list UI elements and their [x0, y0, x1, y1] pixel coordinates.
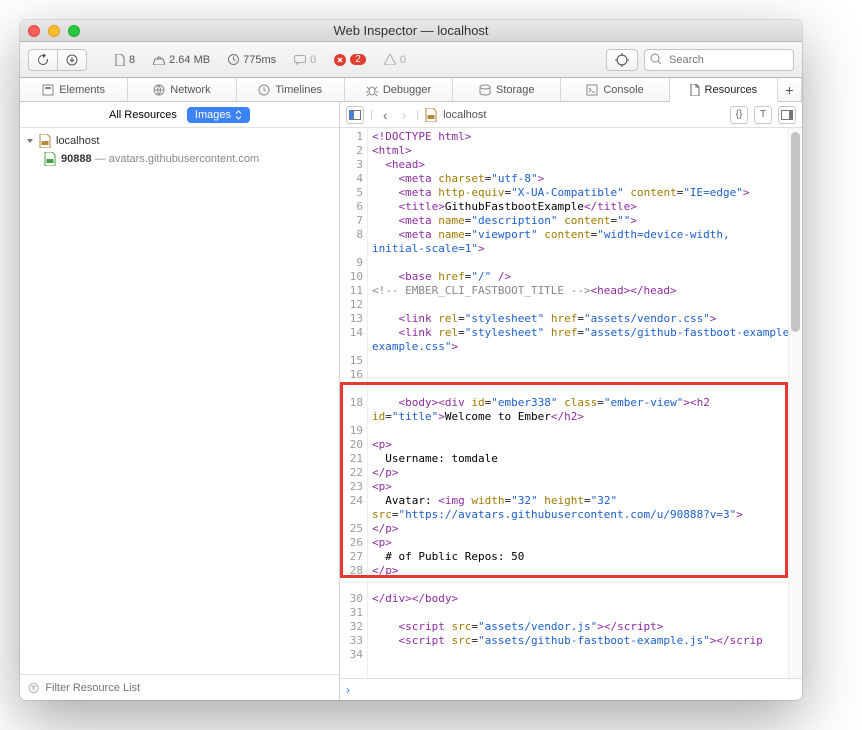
error-count[interactable]: 2	[328, 49, 372, 71]
tab-console[interactable]: Console	[561, 78, 669, 101]
search-field[interactable]	[644, 49, 794, 71]
tab-timelines[interactable]: Timelines	[237, 78, 345, 101]
html-file-icon	[425, 108, 437, 122]
inspector-window: Web Inspector — localhost 8 2.64 MB 775m…	[20, 20, 802, 700]
clock-icon	[258, 84, 270, 96]
reload-icon	[37, 54, 49, 66]
clock-icon	[228, 54, 239, 65]
pretty-print-button[interactable]: {}	[730, 106, 748, 124]
tab-debugger[interactable]: Debugger	[345, 78, 453, 101]
document-icon	[690, 84, 700, 96]
image-file-icon	[44, 152, 56, 166]
resource-tree[interactable]: localhost 90888 — avatars.githubusercont…	[20, 128, 339, 674]
content: | ‹ › | localhost {} T 12345678910111213…	[340, 102, 802, 700]
updown-icon	[235, 110, 242, 120]
warning-icon	[384, 54, 396, 65]
search-input[interactable]	[644, 49, 794, 71]
code-lines[interactable]: <!DOCTYPE html><html> <head> <meta chars…	[368, 128, 802, 678]
chevron-down-icon	[26, 137, 34, 145]
tab-elements[interactable]: Elements	[20, 78, 128, 101]
window-title: Web Inspector — localhost	[20, 23, 802, 38]
document-icon	[115, 54, 125, 66]
message-icon	[294, 55, 306, 65]
scrollbar[interactable]	[788, 128, 802, 678]
log-count: 0	[288, 49, 322, 71]
doc-count: 8	[109, 49, 141, 71]
chevron-right-icon: ›	[346, 683, 350, 697]
elements-icon	[42, 84, 54, 96]
bug-icon	[366, 84, 378, 96]
tabbar: Elements Network Timelines Debugger Stor…	[20, 78, 802, 102]
load-time: 775ms	[222, 49, 282, 71]
tab-network[interactable]: Network	[128, 78, 236, 101]
filter-input[interactable]	[45, 682, 331, 694]
console-prompt[interactable]: ›	[340, 678, 802, 700]
tab-resources[interactable]: Resources	[670, 78, 778, 102]
filter-bar	[20, 674, 339, 700]
content-head: | ‹ › | localhost {} T	[340, 102, 802, 128]
scroll-thumb[interactable]	[791, 132, 800, 332]
type-icon: T	[760, 109, 766, 120]
panel-right-icon	[781, 110, 793, 120]
reload-button[interactable]	[28, 49, 58, 71]
tree-root-label: localhost	[56, 135, 99, 147]
warn-count: 0	[378, 49, 412, 71]
console-icon	[586, 84, 598, 96]
type-info-button[interactable]: T	[754, 106, 772, 124]
crosshair-icon	[615, 53, 629, 67]
nav-back-button[interactable]: ‹	[379, 107, 392, 123]
download-button[interactable]	[57, 49, 87, 71]
network-icon	[153, 84, 165, 96]
search-icon	[650, 53, 662, 65]
titlebar: Web Inspector — localhost	[20, 20, 802, 42]
line-gutter: 1234567891011121314151618192021222324252…	[340, 128, 368, 678]
toggle-details-button[interactable]	[778, 106, 796, 124]
tree-item[interactable]: 90888 — avatars.githubusercontent.com	[44, 150, 333, 168]
tab-add[interactable]: +	[778, 78, 802, 101]
breadcrumb[interactable]: localhost	[443, 109, 486, 121]
weight-icon	[153, 55, 165, 65]
main: All Resources Images localhost 90888 — a…	[20, 102, 802, 700]
sidebar-icon	[349, 110, 361, 120]
storage-icon	[479, 84, 491, 96]
source-view[interactable]: 1234567891011121314151618192021222324252…	[340, 128, 802, 678]
sidebar: All Resources Images localhost 90888 — a…	[20, 102, 340, 700]
element-picker-button[interactable]	[606, 49, 638, 71]
html-file-icon	[39, 134, 51, 148]
toggle-sidebar-button[interactable]	[346, 106, 364, 124]
braces-icon: {}	[736, 109, 743, 120]
filter-icon	[28, 682, 39, 694]
download-icon	[66, 54, 78, 66]
toolbar: 8 2.64 MB 775ms 0 2 0	[20, 42, 802, 78]
error-icon	[334, 54, 346, 66]
tab-storage[interactable]: Storage	[453, 78, 561, 101]
tree-root[interactable]: localhost	[26, 132, 333, 150]
transfer-size: 2.64 MB	[147, 49, 216, 71]
sidebar-head-label: All Resources	[109, 109, 177, 121]
sidebar-head: All Resources Images	[20, 102, 339, 128]
nav-forward-button[interactable]: ›	[398, 107, 411, 123]
resource-filter-dropdown[interactable]: Images	[187, 107, 250, 123]
